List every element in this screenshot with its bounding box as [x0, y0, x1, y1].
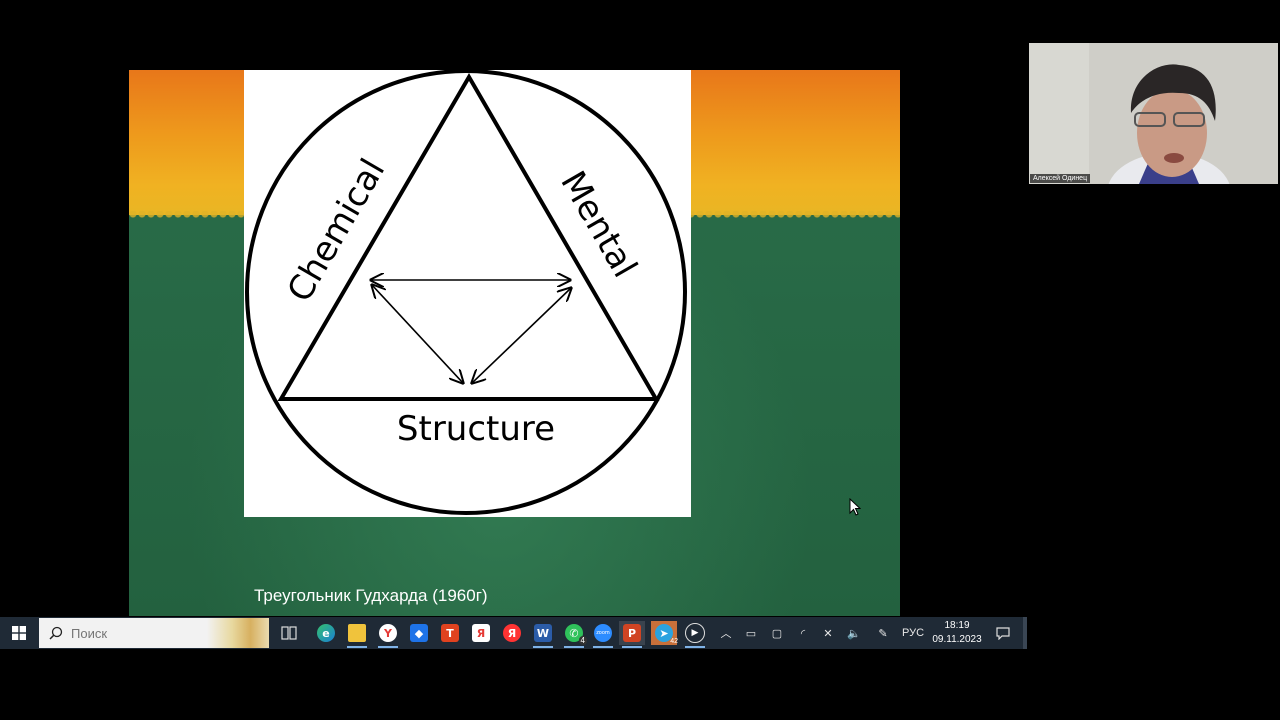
yandex-browser-icon: Y: [379, 624, 397, 642]
zoom-icon: zoom: [594, 624, 612, 642]
task-view-icon: [281, 626, 297, 640]
taskbar-app-whatsapp[interactable]: ✆ 4: [561, 621, 587, 648]
tray-network[interactable]: ◜: [793, 617, 813, 649]
ya-icon: Я: [472, 624, 490, 642]
taskbar-app-zoom[interactable]: zoom: [590, 621, 616, 648]
search-highlight-illustration: [207, 618, 269, 648]
arrow-mental-structure: [472, 288, 571, 383]
taskbar-app-file-explorer[interactable]: [344, 621, 370, 648]
taskbar-app-telegram[interactable]: ➤ 42: [651, 621, 678, 645]
clock-date: 09.11.2023: [932, 634, 982, 645]
taskbar-app-yandex-alt[interactable]: Я: [499, 621, 525, 645]
show-desktop-button[interactable]: [1023, 617, 1027, 649]
taskbar-app-word[interactable]: W: [530, 621, 556, 648]
taskbar-app-powerpoint[interactable]: P: [619, 621, 645, 648]
tray-volume[interactable]: 🔈: [844, 617, 864, 649]
windows-taskbar: e Y ◆ T Я Я W ✆ 4 zoom P ➤ 42 ▶ ︿ ▭ ▢: [0, 617, 1027, 649]
chevron-up-icon: ︿: [720, 628, 732, 640]
ya-icon: Я: [503, 624, 521, 642]
taskbar-app-media-player[interactable]: ▶: [682, 621, 708, 648]
triangle-in-circle-svg: Chemical Mental Structure: [245, 70, 687, 515]
whatsapp-badge: 4: [578, 636, 587, 645]
search-input[interactable]: [69, 624, 203, 642]
dropbox-sync-icon: ✕: [823, 627, 833, 640]
pen-icon: ✎: [878, 627, 888, 640]
speaker-icon: 🔈: [847, 627, 861, 640]
action-center-button[interactable]: [992, 617, 1014, 649]
tray-dropbox-status[interactable]: ✕: [818, 617, 838, 649]
structure-label: Structure: [397, 409, 555, 449]
taskbar-app-dropbox[interactable]: ◆: [406, 621, 432, 645]
windows-logo-icon: [12, 626, 26, 640]
taskbar-app-yandex-browser[interactable]: Y: [375, 621, 401, 648]
language-indicator[interactable]: РУС: [898, 617, 928, 649]
task-view-button[interactable]: [276, 621, 302, 645]
mental-label: Mental: [552, 165, 644, 285]
taskbar-search-box[interactable]: [39, 618, 269, 648]
t-icon: T: [441, 624, 459, 642]
goodheart-triangle-diagram: Chemical Mental Structure: [244, 70, 691, 517]
start-button[interactable]: [0, 617, 38, 649]
clock-time: 18:19: [944, 620, 970, 631]
tray-pen[interactable]: ✎: [873, 617, 893, 649]
word-icon: W: [534, 624, 552, 642]
tray-overflow-button[interactable]: ︿: [717, 617, 735, 649]
tray-meet-now[interactable]: ▢: [767, 617, 787, 649]
telegram-badge: 42: [670, 638, 678, 645]
wifi-icon: ◜: [800, 627, 806, 640]
taskbar-app-t[interactable]: T: [437, 621, 463, 645]
taskbar-app-yandex[interactable]: Я: [468, 621, 494, 645]
notification-icon: [996, 626, 1010, 640]
webcam-video-tile[interactable]: Алексей Одинец: [1029, 43, 1278, 184]
search-icon: [49, 626, 63, 640]
arrow-chemical-structure: [372, 285, 463, 383]
taskbar-app-edge[interactable]: e: [313, 621, 339, 645]
taskbar-clock[interactable]: 18:19 09.11.2023: [926, 619, 988, 647]
edge-icon: e: [317, 624, 335, 642]
chemical-label: Chemical: [280, 152, 394, 309]
folder-icon: [348, 624, 366, 642]
powerpoint-icon: P: [623, 624, 641, 642]
participant-name-label: Алексей Одинец: [1030, 174, 1091, 183]
battery-icon: ▭: [745, 627, 757, 640]
play-icon: ▶: [685, 623, 705, 643]
dropbox-icon: ◆: [410, 624, 428, 642]
tray-battery[interactable]: ▭: [741, 617, 761, 649]
slide-caption: Треугольник Гудхарда (1960г): [254, 586, 488, 605]
participant-video: [1029, 43, 1278, 184]
presentation-slide: Chemical Mental Structure Треугольник Гу…: [129, 70, 900, 616]
mouse-cursor-icon: [849, 498, 861, 516]
camera-icon: ▢: [771, 627, 783, 640]
